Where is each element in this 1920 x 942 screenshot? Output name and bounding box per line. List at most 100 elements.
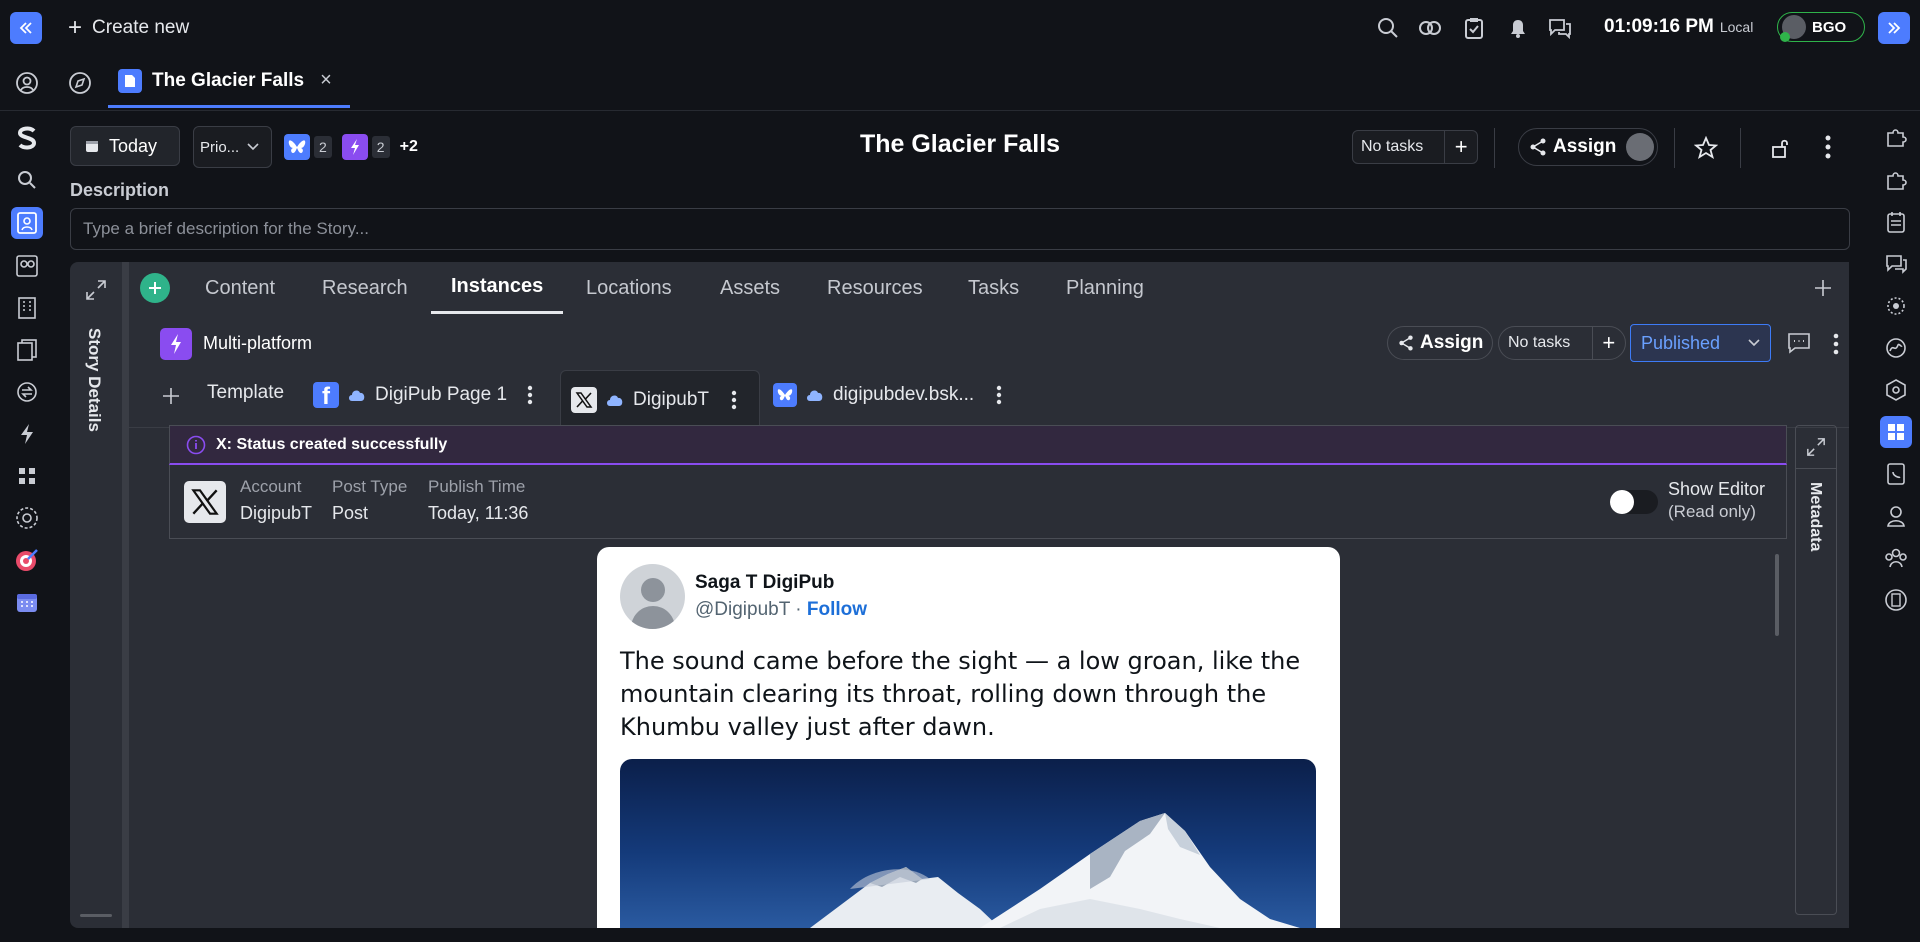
stories-icon[interactable]: [11, 207, 43, 239]
tab-assets[interactable]: Assets: [720, 262, 780, 314]
star-icon[interactable]: [1692, 134, 1720, 162]
compass-icon[interactable]: [66, 69, 94, 97]
apps-icon[interactable]: [13, 462, 41, 490]
widgets-icon[interactable]: [1880, 416, 1912, 448]
more-options-icon[interactable]: [1814, 132, 1842, 162]
collapse-left-icon[interactable]: [10, 12, 42, 44]
company-icon[interactable]: [1882, 586, 1910, 614]
story-details-panel: Story Details: [70, 262, 122, 928]
settings-dial-icon[interactable]: [13, 504, 41, 532]
mountain-image: [810, 813, 1300, 928]
no-tasks-button[interactable]: No tasks +: [1352, 130, 1478, 164]
divider: [1674, 128, 1675, 168]
planner-icon[interactable]: [1882, 208, 1910, 236]
scrollbar-thumb[interactable]: [1775, 554, 1779, 636]
left-nav-rail: [0, 110, 54, 942]
description-input[interactable]: [70, 208, 1850, 250]
document-icon: [118, 68, 142, 93]
sub-tab-x[interactable]: DigipubT: [560, 370, 760, 428]
read-only-label: (Read only): [1668, 502, 1756, 521]
create-new-button[interactable]: + Create new: [68, 14, 189, 42]
add-task-icon[interactable]: +: [1591, 327, 1625, 359]
clock: 01:09:16 PM Local: [1604, 16, 1754, 37]
search-icon[interactable]: [1374, 14, 1402, 42]
puzzle-icon[interactable]: [1882, 123, 1910, 151]
team-icon[interactable]: [13, 252, 41, 280]
tab-tasks[interactable]: Tasks: [968, 262, 1019, 314]
collapse-right-icon[interactable]: [1878, 12, 1910, 44]
add-task-icon[interactable]: +: [1444, 131, 1477, 163]
show-editor-toggle[interactable]: [1610, 490, 1658, 514]
x-logo-icon: [571, 386, 597, 413]
shield-icon[interactable]: [1882, 376, 1910, 404]
follow-link[interactable]: Follow: [807, 599, 867, 620]
link-icon[interactable]: [1416, 14, 1444, 42]
lightning-icon[interactable]: [13, 420, 41, 448]
sub-tab-template[interactable]: Template: [207, 382, 284, 404]
comment-icon[interactable]: [1784, 328, 1814, 358]
sub-tab-bluesky[interactable]: digipubdev.bsk...: [773, 376, 1002, 414]
target-icon[interactable]: [13, 546, 41, 574]
sync-icon[interactable]: [13, 378, 41, 406]
bell-icon[interactable]: [1504, 14, 1532, 42]
tab-instances[interactable]: Instances: [431, 262, 564, 314]
bluesky-icon: [773, 383, 797, 407]
avatar: [1626, 133, 1655, 161]
profile-icon[interactable]: [13, 69, 41, 97]
priority-select[interactable]: Prio...: [193, 126, 272, 168]
calendar-icon[interactable]: [13, 588, 41, 616]
more-options-icon[interactable]: [731, 390, 737, 410]
tab-research[interactable]: Research: [322, 262, 408, 314]
brand-logo-icon[interactable]: [13, 124, 41, 152]
signature-icon[interactable]: [1882, 334, 1910, 362]
ai-sparkle-icon[interactable]: [1882, 292, 1910, 320]
instances-panel: Multi-platform Assign No tasks + Publish…: [129, 314, 1849, 928]
tab-content[interactable]: Content: [205, 262, 275, 314]
add-instance-icon[interactable]: [159, 378, 183, 414]
tab-the-glacier-falls[interactable]: The Glacier Falls ×: [108, 56, 350, 108]
unlock-icon[interactable]: [1766, 134, 1794, 162]
divider: [1494, 128, 1495, 168]
status-select[interactable]: Published: [1630, 324, 1771, 362]
comments-icon[interactable]: [1882, 250, 1910, 278]
publish-time-label: Publish Time: [428, 477, 526, 496]
tab-planning[interactable]: Planning: [1066, 262, 1144, 314]
expand-icon[interactable]: [82, 276, 110, 304]
search-icon[interactable]: [13, 166, 41, 194]
tab-locations[interactable]: Locations: [586, 262, 672, 314]
divider: [1740, 128, 1741, 168]
more-options-icon[interactable]: [996, 385, 1002, 405]
chevron-down-icon: [247, 143, 259, 151]
tweet-image: [620, 759, 1316, 928]
close-icon[interactable]: ×: [320, 69, 332, 92]
chat-icon[interactable]: [1546, 14, 1574, 42]
add-tab-icon[interactable]: [1811, 276, 1835, 300]
story-title[interactable]: The Glacier Falls: [760, 130, 1160, 159]
story-tabs: Content Research Instances Locations Ass…: [129, 262, 1849, 315]
contacts-book-icon[interactable]: [1882, 460, 1910, 488]
story-details-label[interactable]: Story Details: [84, 328, 104, 432]
publish-time-value: Today, 11:36: [428, 503, 529, 523]
expand-icon[interactable]: [1803, 434, 1829, 460]
platform-badges[interactable]: 2 2 +2: [284, 134, 418, 160]
toggle-knob: [1610, 490, 1634, 514]
group-icon[interactable]: [1882, 544, 1910, 572]
more-options-icon[interactable]: [1829, 330, 1843, 358]
puzzle-icon[interactable]: [1882, 166, 1910, 194]
sub-tab-facebook[interactable]: f DigiPub Page 1: [313, 376, 533, 414]
resize-handle[interactable]: [80, 914, 112, 917]
tab-resources[interactable]: Resources: [827, 262, 923, 314]
instance-assign-button[interactable]: Assign: [1387, 326, 1493, 360]
assign-button[interactable]: Assign: [1518, 128, 1658, 166]
building-icon[interactable]: [13, 294, 41, 322]
today-button[interactable]: Today: [70, 126, 180, 166]
clipboard-icon[interactable]: [1460, 14, 1488, 42]
documents-icon[interactable]: [13, 336, 41, 364]
person-icon[interactable]: [1882, 502, 1910, 530]
user-menu-button[interactable]: BGO: [1777, 12, 1865, 42]
calendar-icon: [86, 141, 98, 152]
instance-no-tasks-button[interactable]: No tasks +: [1498, 326, 1626, 360]
add-circle-icon[interactable]: [140, 273, 170, 303]
more-options-icon[interactable]: [527, 385, 533, 405]
metadata-label[interactable]: Metadata: [1806, 482, 1824, 551]
